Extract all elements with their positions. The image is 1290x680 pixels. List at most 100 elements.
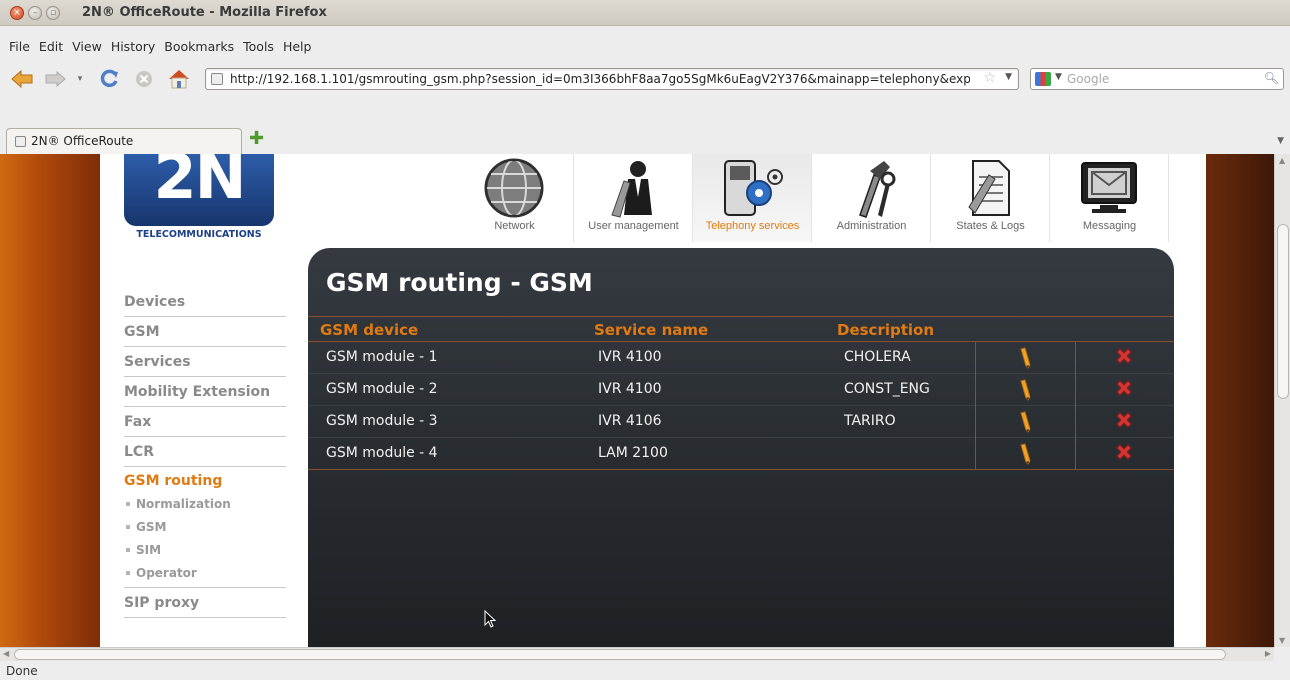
search-engine-icon[interactable] (1035, 72, 1051, 86)
history-dropdown-icon[interactable]: ▾ (74, 69, 86, 89)
logo-box: 2N (124, 154, 274, 226)
tools-icon (836, 158, 906, 218)
site-identity-icon[interactable] (211, 73, 223, 85)
menu-history[interactable]: History (111, 36, 155, 58)
delete-x-icon[interactable] (1114, 443, 1134, 465)
topnav-administration-label: Administration (836, 220, 907, 232)
sidebar-subitem-operator[interactable]: Operator (124, 562, 286, 585)
tab-officeroute[interactable]: 2N® OfficeRoute (6, 128, 242, 154)
menubar: File Edit View History Bookmarks Tools H… (0, 36, 1290, 58)
topnav-states-logs-label: States & Logs (956, 220, 1025, 232)
sidebar-item-services[interactable]: Services (124, 347, 286, 377)
column-divider (975, 374, 976, 406)
menu-help[interactable]: Help (283, 36, 312, 58)
search-bar[interactable]: ▼ Google 🔍︎ (1030, 68, 1284, 90)
column-header-service: Service name (594, 321, 709, 339)
cell-device: GSM module - 3 (326, 413, 438, 429)
horizontal-scrollbar[interactable]: ◀ ▶ (0, 647, 1274, 661)
tab-favicon-icon (15, 136, 26, 147)
delete-x-icon[interactable] (1114, 411, 1134, 433)
menu-tools[interactable]: Tools (243, 36, 274, 58)
topnav-messaging[interactable]: Messaging (1050, 154, 1169, 242)
window-minimize-button[interactable]: – (28, 6, 42, 20)
scroll-right-icon[interactable]: ▶ (1265, 649, 1271, 658)
column-divider (1075, 438, 1076, 470)
table-row: GSM module - 3 IVR 4106 TARIRO (308, 406, 1174, 438)
bullet-icon (126, 547, 130, 552)
sidebar-subitem-normalization[interactable]: Normalization (124, 493, 286, 516)
sidebar-subitem-gsm[interactable]: GSM (124, 516, 286, 539)
back-arrow-icon[interactable] (8, 69, 36, 89)
menu-edit[interactable]: Edit (39, 36, 63, 58)
url-text[interactable]: http://192.168.1.101/gsmrouting_gsm.php?… (230, 72, 970, 86)
cell-description: CONST_ENG (844, 381, 930, 397)
menu-view[interactable]: View (72, 36, 102, 58)
topnav-user-management[interactable]: User management (574, 154, 693, 242)
tab-label: 2N® OfficeRoute (31, 134, 134, 148)
menu-bookmarks[interactable]: Bookmarks (164, 36, 234, 58)
pencil-icon[interactable] (1016, 379, 1036, 401)
delete-x-icon[interactable] (1114, 379, 1134, 401)
scroll-up-icon[interactable]: ▲ (1279, 156, 1285, 165)
reload-icon[interactable] (98, 69, 122, 89)
window-controls: × – ▫ (10, 6, 60, 20)
url-bar[interactable]: http://192.168.1.101/gsmrouting_gsm.php?… (205, 68, 1019, 90)
vertical-scroll-thumb[interactable] (1277, 224, 1289, 399)
search-icon[interactable]: 🔍︎ (1264, 71, 1279, 85)
stop-icon[interactable] (132, 69, 156, 89)
top-navigation: Network User management Telephony servic… (455, 154, 1169, 242)
column-divider (975, 342, 976, 374)
table-row: GSM module - 1 IVR 4100 CHOLERA (308, 342, 1174, 374)
window-close-button[interactable]: × (10, 6, 24, 20)
delete-x-icon[interactable] (1114, 347, 1134, 369)
bullet-icon (126, 570, 130, 575)
sidebar-subitem-label: SIM (136, 543, 162, 557)
pencil-icon[interactable] (1016, 411, 1036, 433)
sidebar-item-sip-proxy[interactable]: SIP proxy (124, 588, 286, 618)
bookmark-star-icon[interactable]: ☆ (983, 70, 996, 86)
scroll-down-icon[interactable]: ▼ (1279, 636, 1285, 645)
column-header-description: Description (837, 321, 935, 339)
tab-list-dropdown-icon[interactable]: ▼ (1277, 136, 1284, 146)
page-viewport: 2N TELECOMMUNICATIONS Network User manag… (0, 154, 1274, 647)
topnav-network[interactable]: Network (455, 154, 574, 242)
sidebar-item-lcr[interactable]: LCR (124, 437, 286, 467)
document-icon (955, 158, 1025, 218)
horizontal-scroll-thumb[interactable] (14, 649, 1226, 660)
sidebar-item-gsm[interactable]: GSM (124, 317, 286, 347)
topnav-administration[interactable]: Administration (812, 154, 931, 242)
sidebar-item-gsm-routing[interactable]: GSM routing (124, 467, 286, 493)
logo-text: 2N (153, 154, 246, 213)
status-text: Done (6, 664, 38, 678)
column-header-device: GSM device (320, 321, 419, 339)
window-maximize-button[interactable]: ▫ (46, 6, 60, 20)
cell-service: IVR 4100 (598, 381, 662, 397)
search-input[interactable]: Google (1067, 72, 1109, 86)
url-dropdown-icon[interactable]: ▼ (1005, 72, 1012, 82)
sidebar-item-mobility-extension[interactable]: Mobility Extension (124, 377, 286, 407)
sidebar-subitem-label: Normalization (136, 497, 231, 511)
search-engine-dropdown-icon[interactable]: ▼ (1055, 72, 1062, 82)
column-divider (1075, 406, 1076, 438)
sidebar-item-fax[interactable]: Fax (124, 407, 286, 437)
topnav-messaging-label: Messaging (1082, 220, 1137, 232)
logo[interactable]: 2N TELECOMMUNICATIONS (124, 154, 274, 242)
home-icon[interactable] (166, 69, 192, 89)
column-divider (1075, 374, 1076, 406)
topnav-telephony-services[interactable]: Telephony services (693, 154, 812, 242)
topnav-states-logs[interactable]: States & Logs (931, 154, 1050, 242)
sidebar-subitem-sim[interactable]: SIM (124, 539, 286, 562)
new-tab-plus-icon[interactable]: ✚ (249, 130, 264, 148)
sidebar-item-devices[interactable]: Devices (124, 284, 286, 317)
topnav-network-label: Network (494, 220, 535, 232)
table-header: GSM device Service name Description (308, 316, 1174, 342)
menu-file[interactable]: File (9, 36, 30, 58)
forward-arrow-icon[interactable] (42, 69, 68, 89)
pencil-icon[interactable] (1016, 347, 1036, 369)
user-icon (598, 158, 668, 218)
scroll-left-icon[interactable]: ◀ (3, 649, 9, 658)
pencil-icon[interactable] (1016, 443, 1036, 465)
page-title: GSM routing - GSM (326, 268, 593, 297)
sidebar: Devices GSM Services Mobility Extension … (124, 284, 286, 618)
vertical-scrollbar[interactable]: ▲ ▼ (1274, 154, 1290, 647)
